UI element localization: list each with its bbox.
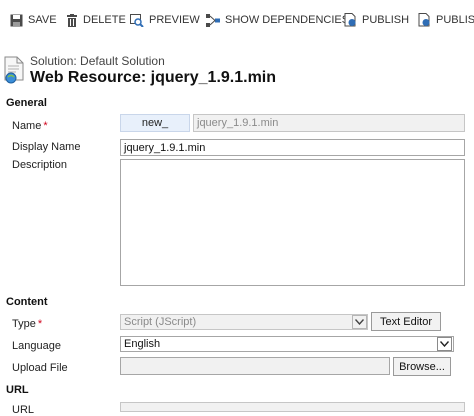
required-marker: * bbox=[43, 120, 48, 132]
publish-all-label: PUBLIS bbox=[436, 14, 474, 26]
web-resource-icon bbox=[4, 56, 24, 84]
upload-file-input[interactable] bbox=[120, 357, 390, 375]
dependencies-icon bbox=[206, 13, 220, 27]
name-prefix: new_ bbox=[120, 114, 190, 132]
save-label: SAVE bbox=[28, 14, 57, 26]
publish-icon bbox=[344, 13, 356, 27]
section-content: Content bbox=[6, 296, 48, 308]
type-dropdown-arrow[interactable] bbox=[352, 315, 367, 329]
section-url: URL bbox=[6, 384, 29, 396]
url-field[interactable] bbox=[120, 402, 465, 412]
section-general: General bbox=[6, 97, 47, 109]
upload-file-label: Upload File bbox=[12, 362, 68, 374]
page-title: Web Resource: jquery_1.9.1.min bbox=[30, 69, 277, 86]
delete-button[interactable]: DELETE bbox=[66, 11, 126, 29]
publish-all-button[interactable]: PUBLIS bbox=[418, 11, 474, 29]
preview-label: PREVIEW bbox=[149, 14, 200, 26]
text-editor-button[interactable]: Text Editor bbox=[371, 312, 441, 331]
description-textarea[interactable] bbox=[120, 159, 465, 286]
save-button[interactable]: SAVE bbox=[10, 11, 57, 29]
name-label: Name * bbox=[12, 120, 48, 132]
language-value: English bbox=[124, 338, 161, 350]
type-label: Type * bbox=[12, 318, 43, 330]
show-dependencies-label: SHOW DEPENDENCIES bbox=[225, 14, 350, 26]
display-name-input[interactable]: jquery_1.9.1.min bbox=[120, 139, 465, 156]
delete-label: DELETE bbox=[83, 14, 126, 26]
browse-button[interactable]: Browse... bbox=[393, 357, 451, 376]
language-label: Language bbox=[12, 340, 61, 352]
publish-button[interactable]: PUBLISH bbox=[344, 11, 409, 29]
publish-label: PUBLISH bbox=[362, 14, 410, 26]
command-bar: SAVE DELETE PREVIEW SHOW DEPENDENCIES PU… bbox=[0, 0, 474, 38]
chevron-down-icon bbox=[355, 319, 364, 325]
chevron-down-icon bbox=[440, 341, 449, 347]
preview-icon bbox=[130, 13, 144, 27]
trash-icon bbox=[67, 13, 77, 27]
name-input[interactable]: jquery_1.9.1.min bbox=[193, 114, 465, 132]
type-select[interactable]: Script (JScript) bbox=[120, 314, 368, 330]
language-dropdown-arrow[interactable] bbox=[437, 337, 452, 351]
description-label: Description bbox=[12, 159, 68, 171]
show-dependencies-button[interactable]: SHOW DEPENDENCIES bbox=[206, 11, 349, 29]
preview-button[interactable]: PREVIEW bbox=[130, 11, 200, 29]
url-label: URL bbox=[12, 404, 35, 416]
type-value: Script (JScript) bbox=[124, 316, 197, 328]
save-icon bbox=[10, 14, 23, 26]
display-name-label: Display Name bbox=[12, 141, 81, 153]
required-marker: * bbox=[37, 318, 43, 330]
publish-all-icon bbox=[418, 13, 430, 27]
language-select[interactable]: English bbox=[120, 336, 454, 352]
solution-label: Solution: Default Solution bbox=[30, 54, 165, 68]
